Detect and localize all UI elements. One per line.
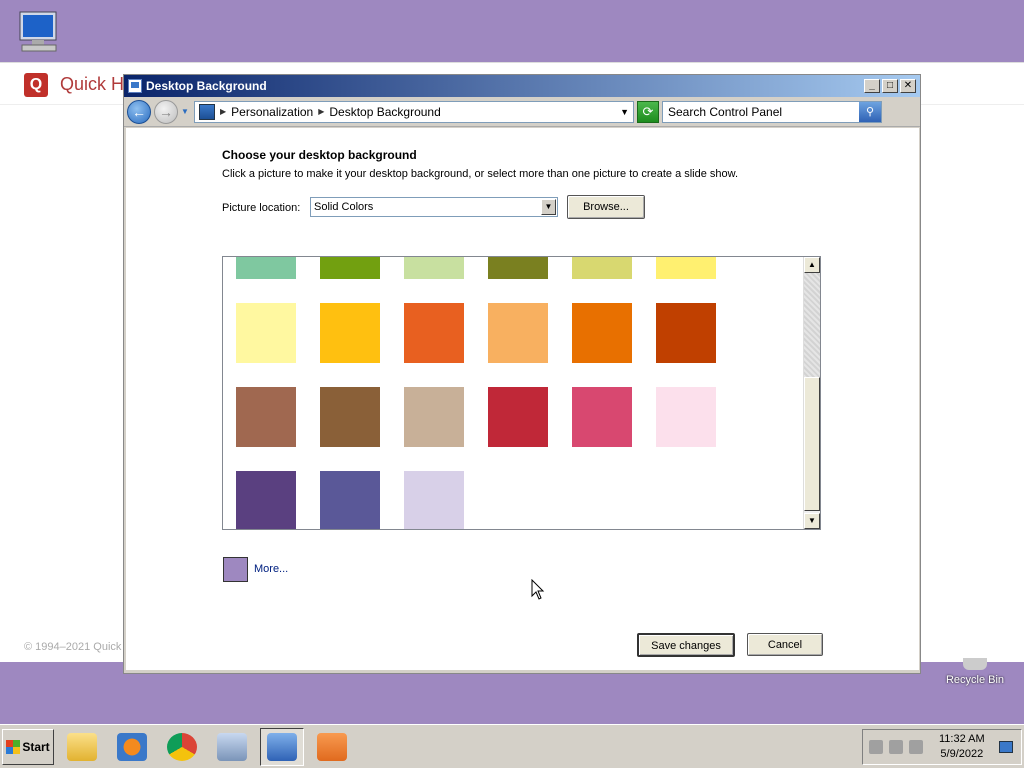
color-swatch[interactable] [656,257,716,279]
color-swatch[interactable] [404,257,464,279]
quick-app-icon [317,732,347,761]
control-panel-icon [128,79,142,93]
quick-logo-icon: Q [24,73,48,97]
color-swatch[interactable] [320,303,380,363]
color-swatch[interactable] [488,387,548,447]
control-panel-icon [199,103,215,120]
taskbar-chrome[interactable] [160,728,204,766]
start-button[interactable]: Start [2,728,54,765]
taskbar-media-player[interactable] [110,728,154,766]
color-swatch[interactable] [656,303,716,363]
address-bar[interactable]: ▶ Personalization ▶ Desktop Background ▼ [194,100,634,123]
color-swatch[interactable] [236,303,296,363]
action-center-flag-icon[interactable] [869,739,883,754]
folder-icon [67,732,97,761]
taskbar-network-setup[interactable] [210,728,254,766]
search-input[interactable] [663,104,857,119]
desktop-background-dialog: Desktop Background _ □ ✕ ← → ▼ ▶ Persona… [123,74,921,674]
breadcrumb-separator-icon[interactable]: ▶ [318,107,324,116]
chevron-down-icon[interactable]: ▼ [541,199,556,215]
minimize-button[interactable]: _ [864,79,880,93]
color-swatch[interactable] [488,303,548,363]
picture-location-value: Solid Colors [314,201,374,213]
save-changes-button[interactable]: Save changes [637,633,735,657]
windows-flag-icon [6,739,21,754]
taskbar-quick-app[interactable] [310,728,354,766]
window-title: Desktop Background [146,79,267,93]
scroll-track[interactable] [804,273,820,377]
background-footer-text: © 1994–2021 Quick [24,641,122,653]
title-bar[interactable]: Desktop Background _ □ ✕ [124,75,920,97]
background-page-title: Quick H [60,74,125,94]
color-swatch[interactable] [320,387,380,447]
forward-button[interactable]: → [154,99,178,124]
network-icon[interactable] [889,739,903,754]
color-swatch[interactable] [656,387,716,447]
breadcrumb-personalization[interactable]: Personalization [231,105,313,119]
start-label: Start [22,739,50,754]
search-icon[interactable]: ⚲ [859,101,881,122]
color-swatch[interactable] [572,257,632,279]
close-button[interactable]: ✕ [900,79,916,93]
control-panel-icon [267,732,297,761]
color-swatch[interactable] [236,257,296,279]
more-color-swatch[interactable] [223,557,248,582]
taskbar-control-panel[interactable] [260,727,304,766]
maximize-button[interactable]: □ [882,79,898,93]
scroll-down-icon[interactable]: ▼ [804,513,820,529]
clock[interactable]: 11:32 AM 5/9/2022 [939,732,985,762]
scroll-up-icon[interactable]: ▲ [804,257,820,273]
taskbar-file-explorer[interactable] [60,728,104,766]
navigation-bar: ← → ▼ ▶ Personalization ▶ Desktop Backgr… [124,97,920,127]
volume-icon[interactable] [909,739,923,754]
clock-time: 11:32 AM [939,732,985,745]
mouse-cursor-icon [531,578,545,604]
recycle-bin-label: Recycle Bin [945,674,1005,686]
color-swatch[interactable] [572,387,632,447]
color-swatch[interactable] [404,387,464,447]
breadcrumb-separator-icon[interactable]: ▶ [220,107,226,116]
forward-arrow-icon: → [159,103,173,120]
instructions-text: Click a picture to make it your desktop … [222,168,739,180]
show-desktop-icon[interactable] [998,740,1013,753]
chrome-icon [167,732,197,761]
refresh-icon: ⟳ [642,103,654,119]
breadcrumb-desktop-background[interactable]: Desktop Background [329,105,440,119]
taskbar: Start 11:32 AM 5/9/2022 [0,724,1024,768]
back-arrow-icon: ← [132,103,146,120]
color-swatch[interactable] [488,257,548,279]
media-player-icon [117,732,147,761]
color-swatch[interactable] [572,303,632,363]
color-swatch[interactable] [404,303,464,363]
swatch-grid [236,257,716,529]
computer-icon[interactable] [14,10,66,54]
more-colors-link[interactable]: More... [254,563,288,575]
color-swatch-list[interactable]: ▲ ▼ [222,256,821,530]
refresh-button[interactable]: ⟳ [637,100,659,123]
color-swatch[interactable] [236,471,296,529]
vertical-scrollbar[interactable]: ▲ ▼ [803,257,820,529]
page-heading: Choose your desktop background [222,148,417,162]
color-swatch[interactable] [236,387,296,447]
system-tray: 11:32 AM 5/9/2022 [862,728,1022,765]
back-button[interactable]: ← [127,99,151,124]
search-box[interactable]: ⚲ [662,100,882,123]
clock-date: 5/9/2022 [940,747,984,760]
recent-pages-dropdown-icon[interactable]: ▼ [181,107,191,116]
color-swatch[interactable] [320,471,380,529]
network-computer-icon [217,732,247,761]
content-area: Choose your desktop background Click a p… [126,128,919,670]
color-swatch[interactable] [404,471,464,529]
bin-icon [963,658,987,670]
cancel-button[interactable]: Cancel [747,633,823,656]
color-swatch[interactable] [320,257,380,279]
address-dropdown-icon[interactable]: ▼ [620,107,629,117]
scroll-thumb[interactable] [804,377,820,511]
picture-location-select[interactable]: Solid Colors ▼ [310,197,558,217]
browse-button[interactable]: Browse... [567,195,645,219]
picture-location-label: Picture location: [222,202,301,214]
recycle-bin-icon[interactable]: Recycle Bin [940,658,1010,686]
